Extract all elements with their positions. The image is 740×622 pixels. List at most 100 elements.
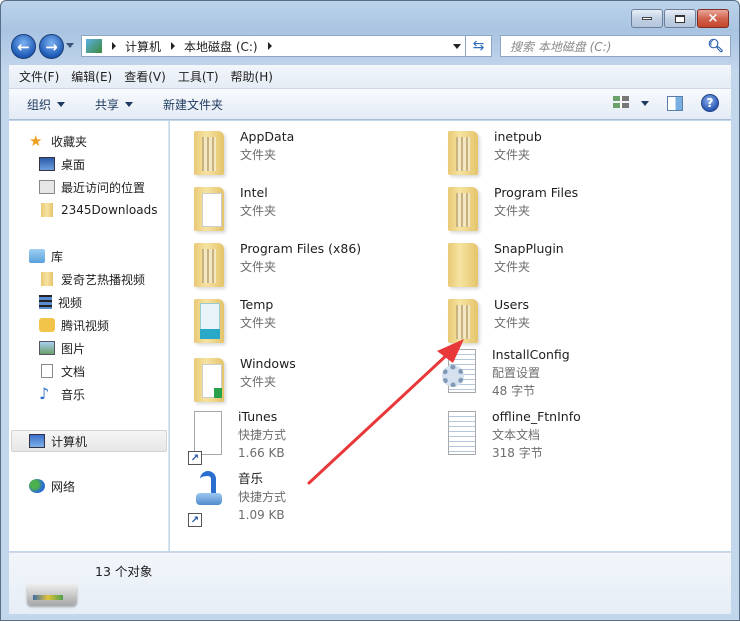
breadcrumb-separator[interactable] [171, 42, 176, 50]
breadcrumb-computer[interactable]: 计算机 [125, 38, 161, 55]
shortcut-arrow-icon: ↗ [188, 513, 202, 527]
menu-tools[interactable]: 工具(T) [178, 68, 219, 85]
menu-bar: 文件(F) 编辑(E) 查看(V) 工具(T) 帮助(H) [9, 65, 731, 89]
change-view-button[interactable] [613, 96, 649, 110]
breadcrumb-separator[interactable] [267, 42, 272, 50]
folder-icon [444, 239, 482, 289]
forward-button[interactable]: → [39, 34, 64, 59]
folder-icon [190, 239, 228, 289]
close-icon: × [707, 11, 719, 26]
file-size: 1.09 KB [238, 508, 285, 522]
sidebar-item-documents[interactable]: 文档 [39, 361, 85, 381]
view-options-icon [613, 96, 629, 110]
sidebar-label: 爱奇艺热播视频 [61, 272, 146, 287]
sidebar-item-computer[interactable]: 计算机 [29, 431, 87, 451]
menu-view[interactable]: 查看(V) [124, 68, 166, 85]
caption-buttons: × [631, 9, 729, 28]
preview-pane-button[interactable] [667, 95, 683, 111]
file-item-appdata[interactable]: AppData 文件夹 [190, 127, 294, 177]
sidebar-label: 文档 [61, 364, 86, 379]
sidebar-item-recent-places[interactable]: 最近访问的位置 [39, 177, 145, 197]
sidebar-item-favorites[interactable]: ★ 收藏夹 [29, 131, 87, 151]
sidebar-label: 音乐 [61, 387, 86, 402]
recent-pages-dropdown[interactable] [66, 43, 74, 48]
command-bar: 组织 共享 新建文件夹 ? [9, 89, 731, 120]
close-button[interactable]: × [697, 9, 729, 28]
maximize-button[interactable] [664, 9, 696, 28]
refresh-icon: ⇆ [472, 38, 485, 54]
navigation-bar: ← → 计算机 本地磁盘 (C:) ⇆ 搜索 本地磁盘 (C:) 🔍︎ [11, 34, 731, 60]
file-item-snapplugin[interactable]: SnapPlugin 文件夹 [444, 239, 564, 289]
config-file-icon [442, 345, 480, 405]
file-name: iTunes [238, 409, 278, 424]
music-icon: ♪ [39, 384, 50, 403]
share-button[interactable]: 共享 [95, 96, 134, 113]
menu-edit[interactable]: 编辑(E) [71, 68, 112, 85]
sidebar-item-2345downloads[interactable]: 2345Downloads [39, 200, 157, 220]
text-file-icon [442, 407, 480, 467]
file-item-windows[interactable]: Windows 文件夹 [190, 354, 296, 404]
organize-button[interactable]: 组织 [27, 96, 66, 113]
refresh-button[interactable]: ⇆ [466, 35, 492, 57]
new-folder-button[interactable]: 新建文件夹 [163, 96, 223, 113]
file-item-installconfig[interactable]: InstallConfig 配置设置 48 字节 [442, 345, 570, 405]
file-item-temp[interactable]: Temp 文件夹 [190, 295, 276, 345]
computer-icon [86, 39, 102, 53]
star-icon: ★ [29, 132, 43, 150]
address-dropdown[interactable] [453, 44, 461, 49]
file-name: 音乐 [238, 471, 264, 486]
file-item-users[interactable]: Users 文件夹 [444, 295, 530, 345]
sidebar-item-tencent-video[interactable]: 腾讯视频 [39, 315, 109, 335]
file-name: Program Files [494, 185, 579, 200]
file-item-offline-ftninfo[interactable]: offline_FtnInfo 文本文档 318 字节 [442, 407, 581, 467]
sidebar-item-videos[interactable]: 视频 [39, 292, 82, 312]
sidebar-label: 图片 [61, 341, 86, 356]
file-type: 文本文档 [492, 428, 541, 442]
menu-file[interactable]: 文件(F) [19, 68, 59, 85]
recent-places-icon [39, 180, 55, 194]
chevron-down-icon [641, 100, 649, 106]
back-button[interactable]: ← [11, 34, 36, 59]
minimize-button[interactable] [631, 9, 663, 28]
file-item-intel[interactable]: Intel 文件夹 [190, 183, 276, 233]
sidebar-label: 视频 [58, 295, 83, 310]
file-item-program-files-x86[interactable]: Program Files (x86) 文件夹 [190, 239, 361, 289]
video-icon [39, 295, 52, 309]
sidebar-item-pictures[interactable]: 图片 [39, 338, 85, 358]
file-type: 文件夹 [494, 204, 531, 218]
sidebar-label: 网络 [51, 479, 76, 494]
file-item-inetpub[interactable]: inetpub 文件夹 [444, 127, 542, 177]
menu-help[interactable]: 帮助(H) [231, 68, 273, 85]
folder-icon [41, 272, 53, 286]
pictures-icon [39, 341, 55, 355]
search-input[interactable]: 搜索 本地磁盘 (C:) 🔍︎ [500, 35, 731, 57]
file-item-music-shortcut[interactable]: ↗ 音乐 快捷方式 1.09 KB [188, 469, 286, 529]
minimize-icon [642, 17, 652, 20]
documents-icon [41, 364, 53, 378]
file-name: Program Files (x86) [240, 241, 362, 256]
file-type: 文件夹 [240, 375, 277, 389]
breadcrumb-separator[interactable] [112, 42, 116, 50]
folder-icon [190, 295, 228, 345]
address-bar[interactable]: 计算机 本地磁盘 (C:) [81, 35, 466, 57]
help-button[interactable]: ? [701, 94, 719, 112]
shortcut-file-icon: ↗ [188, 407, 226, 467]
chevron-down-icon [57, 101, 66, 107]
tencent-video-icon [39, 318, 55, 332]
file-size: 48 字节 [492, 384, 536, 398]
shortcut-arrow-icon: ↗ [188, 451, 202, 465]
sidebar-item-iqiyi[interactable]: 爱奇艺热播视频 [39, 269, 145, 289]
new-folder-label: 新建文件夹 [163, 97, 224, 112]
sidebar-item-libraries[interactable]: 库 [29, 246, 63, 266]
file-item-itunes[interactable]: ↗ iTunes 快捷方式 1.66 KB [188, 407, 286, 467]
file-type: 快捷方式 [238, 428, 287, 442]
sidebar-item-network[interactable]: 网络 [29, 476, 75, 496]
breadcrumb-local-disk[interactable]: 本地磁盘 (C:) [184, 38, 258, 55]
file-list: AppData 文件夹 Intel 文件夹 Program Files (x86) 文… [170, 121, 731, 551]
sidebar-item-music[interactable]: ♪ 音乐 [39, 384, 85, 404]
file-type: 文件夹 [240, 316, 277, 330]
sidebar-label: 收藏夹 [51, 134, 88, 149]
sidebar-item-desktop[interactable]: 桌面 [39, 154, 85, 174]
file-item-program-files[interactable]: Program Files 文件夹 [444, 183, 578, 233]
share-label: 共享 [95, 97, 120, 112]
